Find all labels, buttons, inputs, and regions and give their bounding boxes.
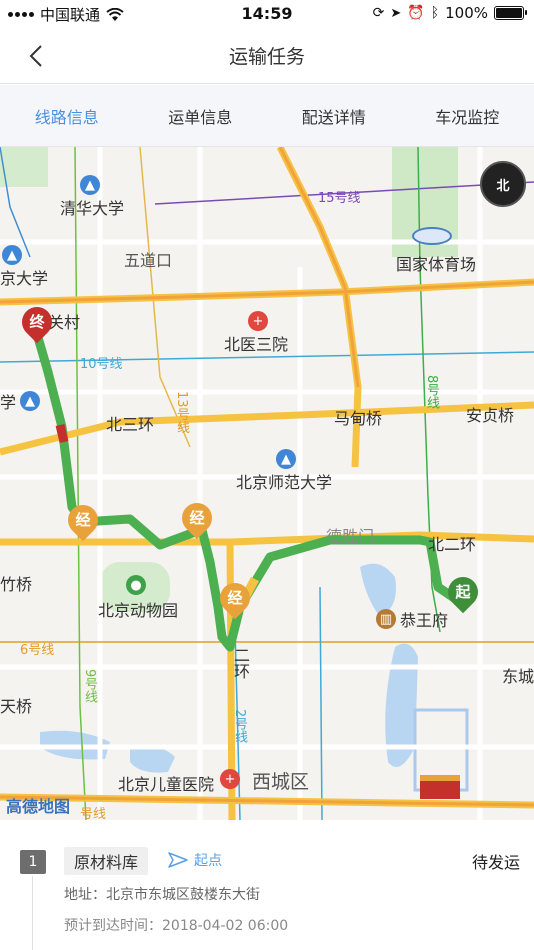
location-icon: ➤	[390, 5, 402, 21]
poi-school[interactable]: 学 ▲	[0, 389, 41, 413]
label-tianqiao: 天桥	[0, 697, 33, 716]
university-icon: ▲	[80, 175, 100, 195]
university-icon: ▲	[2, 245, 22, 265]
route-congestion	[55, 423, 69, 444]
lake	[130, 745, 175, 773]
end-marker-label: 终	[29, 313, 45, 331]
stop-status: 待发运	[471, 853, 520, 872]
navigation-arrow-icon	[168, 852, 188, 868]
status-right: ⟳ ➤ ⏰ ᛒ 100%	[372, 4, 527, 22]
map-watermark: 高德地图	[6, 797, 71, 816]
label-gongwangfu: 恭王府	[400, 611, 449, 630]
poi-university[interactable]: ▲	[2, 245, 22, 265]
label-erhuan: 二环	[231, 647, 250, 679]
label-dong: 东城	[502, 667, 534, 686]
point-type-label: 起点	[194, 853, 222, 869]
label-xue: 学	[0, 393, 17, 412]
label-line9: 9号线	[82, 669, 97, 704]
hospital-icon: +	[220, 769, 240, 789]
label-stadium: 国家体育场	[396, 255, 477, 274]
hospital-icon: +	[248, 311, 268, 331]
tab-delivery-details[interactable]: 配送详情	[267, 85, 401, 146]
label-line2: 2号线	[232, 709, 247, 744]
label-deshengmen: 德胜门	[326, 527, 375, 546]
tab-bar: 线路信息 运单信息 配送详情 车况监控	[0, 85, 534, 147]
tab-waybill-info[interactable]: 运单信息	[134, 85, 268, 146]
label-xicheng: 西城区	[252, 771, 310, 793]
via-marker-label: 经	[227, 589, 243, 607]
stop-point-type: 起点	[168, 850, 222, 870]
bluetooth-icon: ᛒ	[430, 5, 440, 21]
start-marker[interactable]: 起	[441, 570, 485, 617]
poi-hospital-icon-wrap[interactable]: +	[248, 311, 268, 331]
alarm-icon: ⏰	[407, 5, 425, 21]
label-line15: 15号线	[318, 191, 361, 206]
label-madianqiao: 马甸桥	[334, 409, 383, 428]
status-bar: 中国联通 14:59 ⟳ ➤ ⏰ ᛒ 100%	[0, 0, 534, 28]
nav-bar: 运输任务	[0, 28, 534, 84]
panda-icon: ●	[126, 575, 146, 595]
label-jingdaxue: 京大学	[0, 269, 49, 288]
label-beisanhuan: 北三环	[106, 415, 155, 434]
label-tsinghua: 清华大学	[60, 199, 125, 218]
label-line6: 6号线	[20, 643, 55, 658]
start-marker-label: 起	[455, 583, 471, 601]
page-title: 运输任务	[228, 46, 305, 68]
end-marker[interactable]: 终	[15, 300, 59, 347]
label-zoo: 北京动物园	[98, 601, 179, 620]
rotation-lock-icon: ⟳	[372, 5, 385, 21]
task-stop-card[interactable]: 1 原材料库 起点 待发运 地址：北京市东城区鼓楼东大街 预计到达时间：2018…	[0, 820, 534, 950]
timeline-connector	[32, 876, 33, 950]
label-beierhuan: 北二环	[428, 535, 477, 554]
label-line4: 号线	[80, 807, 107, 820]
label-wudaokou: 五道口	[124, 251, 173, 270]
stadium-icon	[412, 227, 452, 245]
poi-bnu[interactable]: ▲	[276, 449, 296, 469]
tab-route-info[interactable]: 线路信息	[0, 85, 134, 146]
label-line10: 10号线	[80, 357, 123, 372]
tiananmen-icon	[420, 775, 460, 799]
poi-tsinghua[interactable]: ▲	[80, 175, 100, 195]
label-anzhenqiao: 安贞桥	[466, 406, 515, 425]
via-marker-label: 经	[189, 509, 205, 527]
label-line13: 13号线	[174, 391, 189, 434]
university-icon: ▲	[276, 449, 296, 469]
label-zhuqiao: 竹桥	[0, 575, 33, 594]
poi-zoo[interactable]: ●	[126, 575, 146, 595]
via-marker-2[interactable]: 经	[175, 496, 219, 543]
label-beiyisanyuan: 北医三院	[224, 335, 289, 354]
stop-address: 地址：北京市东城区鼓楼东大街	[64, 887, 260, 903]
battery-percent: 100%	[445, 4, 488, 22]
label-bnu: 北京师范大学	[236, 473, 333, 492]
compass-north-label: 北	[496, 178, 510, 194]
stop-eta: 预计到达时间：2018-04-02 06:00	[64, 918, 289, 934]
label-guanchun: 关村	[48, 313, 81, 332]
battery-icon	[494, 6, 527, 20]
route-map[interactable]: ▲ 清华大学 五道口 ▲ 京大学 关村 + 北医三院 学 ▲ 北三环 马甸桥 安…	[0, 147, 534, 820]
stop-sequence-badge: 1	[20, 850, 46, 874]
compass-button[interactable]: 北	[480, 161, 526, 207]
university-icon: ▲	[20, 391, 41, 411]
stop-location-name: 原材料库	[64, 847, 149, 875]
poi-childrens-hospital[interactable]: +	[220, 769, 240, 789]
park-area	[0, 147, 48, 187]
poi-gongwangfu[interactable]: ▥ 恭王府	[376, 607, 448, 631]
museum-icon: ▥	[376, 609, 396, 629]
via-marker-1[interactable]: 经	[61, 498, 105, 545]
via-marker-3[interactable]: 经	[213, 576, 257, 623]
label-line8: 8号线	[424, 375, 439, 410]
label-childrens-hospital: 北京儿童医院	[118, 775, 215, 794]
via-marker-label: 经	[75, 511, 91, 529]
tab-vehicle-monitor[interactable]: 车况监控	[401, 85, 534, 146]
